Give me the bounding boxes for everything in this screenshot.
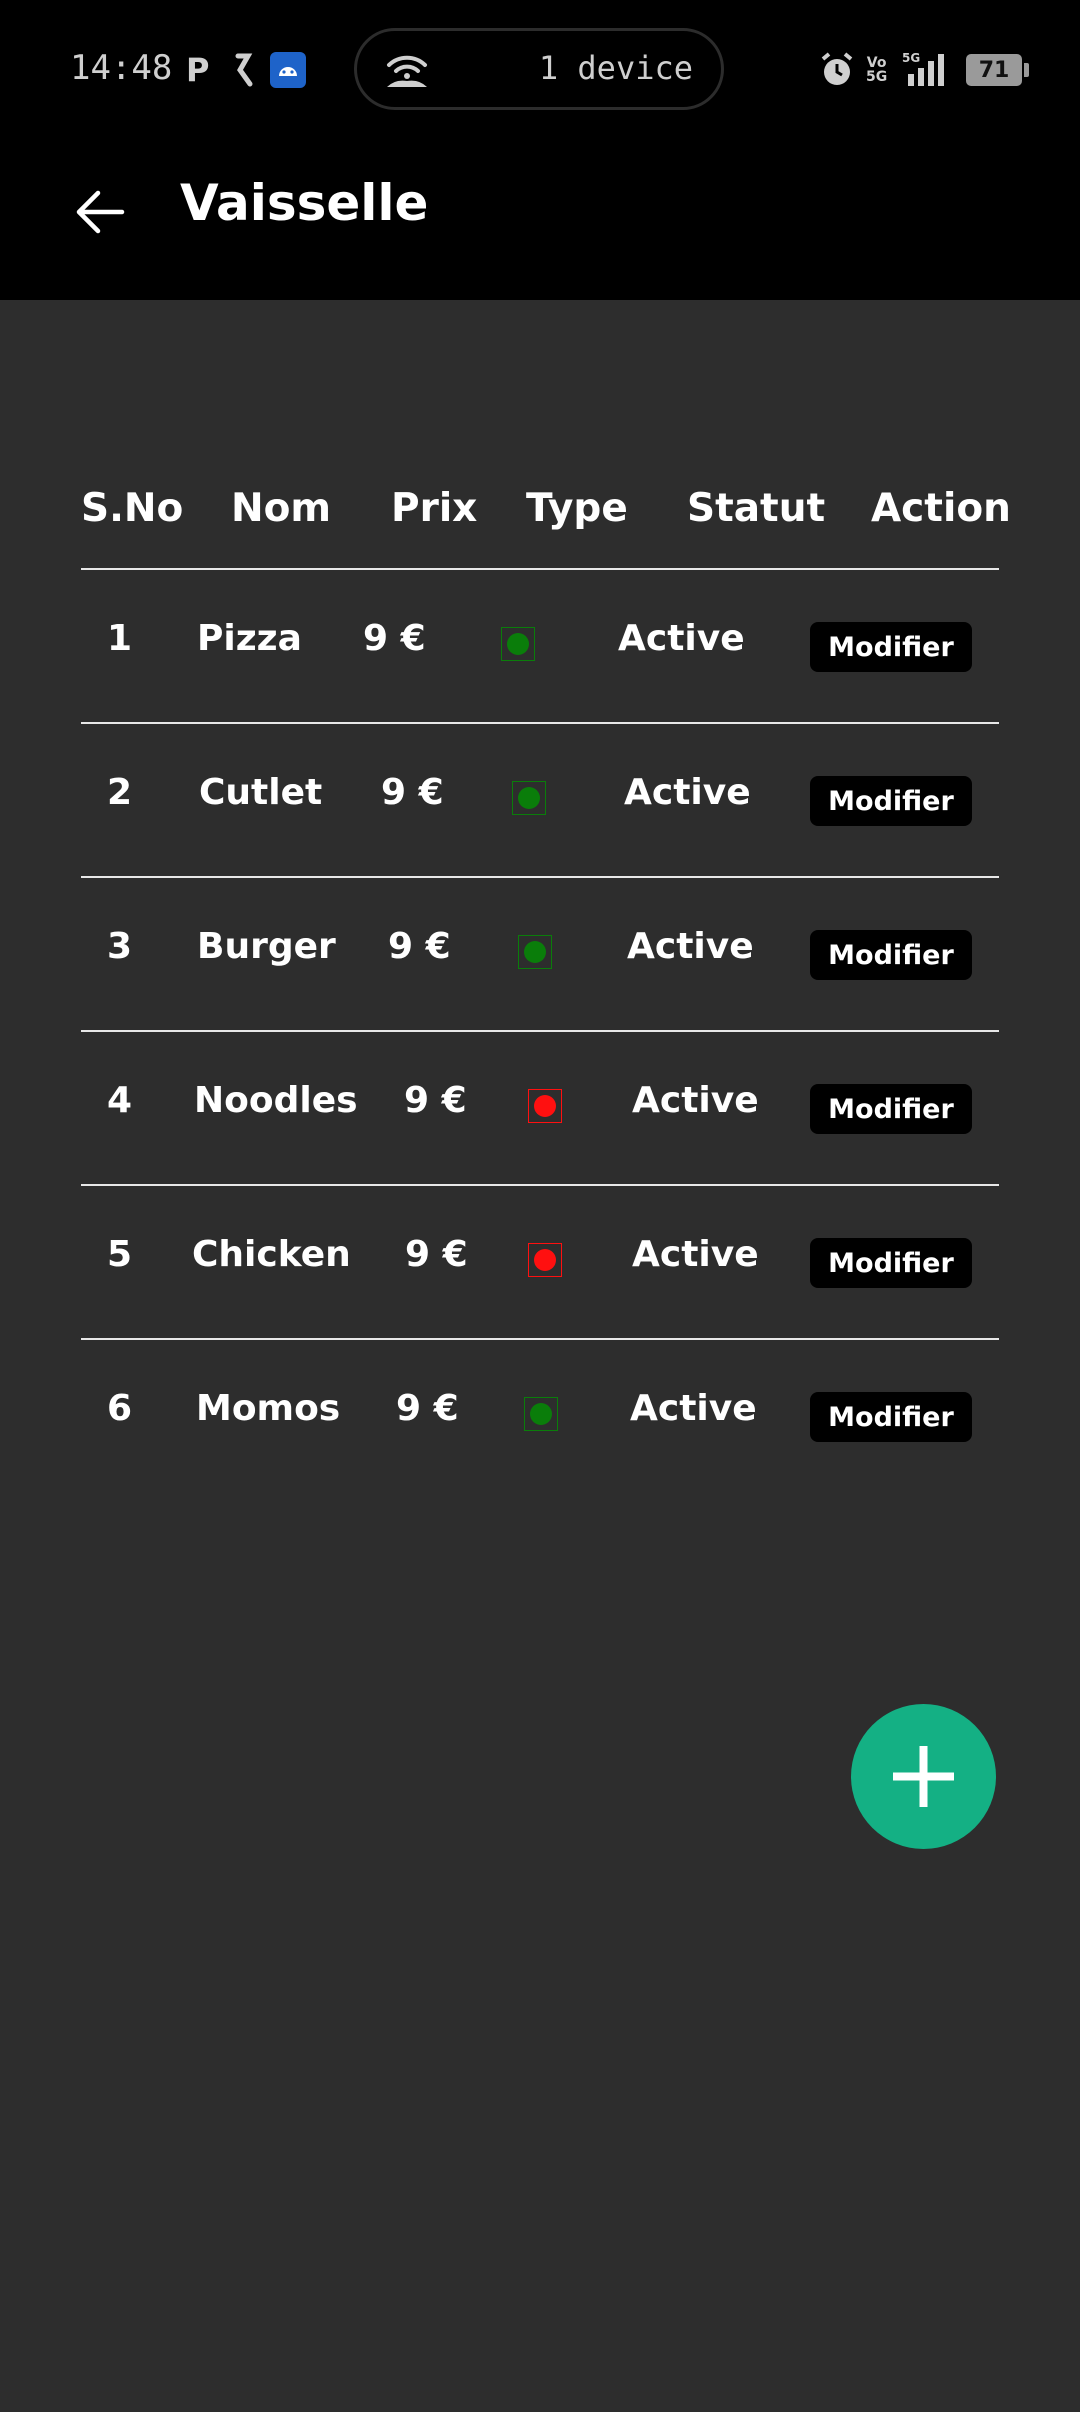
non-veg-indicator-icon — [528, 1243, 562, 1277]
add-dish-button[interactable] — [851, 1704, 996, 1849]
battery-icon: 71 — [966, 54, 1029, 86]
veg-indicator-icon — [501, 627, 535, 661]
row-price: 9 € — [396, 1388, 459, 1429]
column-header-sno: S.No — [81, 486, 184, 531]
android-icon — [270, 52, 306, 88]
row-sno: 1 — [107, 618, 133, 659]
plus-icon — [893, 1746, 954, 1807]
row-status: Active — [627, 926, 754, 967]
table-row: 3 Burger 9 € Active Modifier — [81, 878, 999, 1032]
table-row: 2 Cutlet 9 € Active Modifier — [81, 724, 999, 878]
table-row: 6 Momos 9 € Active Modifier — [81, 1340, 999, 1492]
hotspot-pill[interactable]: 1 device — [354, 28, 724, 110]
column-header-type: Type — [526, 486, 628, 531]
modify-button[interactable]: Modifier — [810, 776, 972, 826]
arrow-left-icon — [76, 190, 125, 234]
row-sno: 5 — [107, 1234, 133, 1275]
parking-icon: P — [186, 51, 210, 89]
column-header-name: Nom — [231, 486, 332, 531]
column-header-action: Action — [871, 486, 1011, 531]
row-name: Burger — [197, 926, 336, 967]
modify-button[interactable]: Modifier — [810, 622, 972, 672]
svg-text:5G: 5G — [902, 51, 920, 65]
status-bar: 14:48 P 1 device Vo 5G 5G 71 — [0, 0, 1080, 140]
row-price: 9 € — [388, 926, 451, 967]
row-sno: 3 — [107, 926, 133, 967]
row-price: 9 € — [405, 1234, 468, 1275]
row-price: 9 € — [363, 618, 426, 659]
column-header-price: Prix — [391, 486, 478, 531]
table-row: 1 Pizza 9 € Active Modifier — [81, 570, 999, 724]
row-name: Pizza — [197, 618, 302, 659]
row-name: Momos — [196, 1388, 341, 1429]
row-price: 9 € — [381, 772, 444, 813]
table-header: S.No Nom Prix Type Statut Action — [81, 470, 1011, 570]
veg-indicator-icon — [512, 781, 546, 815]
volte-icon: Vo 5G — [866, 55, 888, 85]
row-status: Active — [632, 1234, 759, 1275]
signal-icon: 5G — [898, 50, 954, 90]
modify-button[interactable]: Modifier — [810, 1084, 972, 1134]
app-notification-icon — [232, 50, 254, 90]
wifi-hotspot-icon — [383, 49, 431, 93]
veg-indicator-icon — [518, 935, 552, 969]
row-status: Active — [624, 772, 751, 813]
dishes-table: S.No Nom Prix Type Statut Action 1 Pizza… — [81, 470, 1011, 1492]
app-bar: Vaisselle — [0, 140, 1080, 300]
row-sno: 2 — [107, 772, 133, 813]
row-name: Chicken — [192, 1234, 351, 1275]
row-status: Active — [630, 1388, 757, 1429]
row-status: Active — [632, 1080, 759, 1121]
page-title: Vaisselle — [180, 174, 429, 232]
status-time: 14:48 — [70, 48, 173, 88]
veg-indicator-icon — [524, 1397, 558, 1431]
back-button[interactable] — [70, 180, 134, 244]
hotspot-text: 1 device — [538, 49, 693, 87]
row-sno: 6 — [107, 1388, 133, 1429]
modify-button[interactable]: Modifier — [810, 1392, 972, 1442]
table-row: 4 Noodles 9 € Active Modifier — [81, 1032, 999, 1186]
row-price: 9 € — [404, 1080, 467, 1121]
alarm-icon — [818, 50, 856, 90]
row-name: Cutlet — [199, 772, 323, 813]
modify-button[interactable]: Modifier — [810, 930, 972, 980]
row-status: Active — [618, 618, 745, 659]
row-sno: 4 — [107, 1080, 133, 1121]
column-header-status: Statut — [687, 486, 826, 531]
modify-button[interactable]: Modifier — [810, 1238, 972, 1288]
non-veg-indicator-icon — [528, 1089, 562, 1123]
table-row: 5 Chicken 9 € Active Modifier — [81, 1186, 999, 1340]
row-name: Noodles — [194, 1080, 358, 1121]
